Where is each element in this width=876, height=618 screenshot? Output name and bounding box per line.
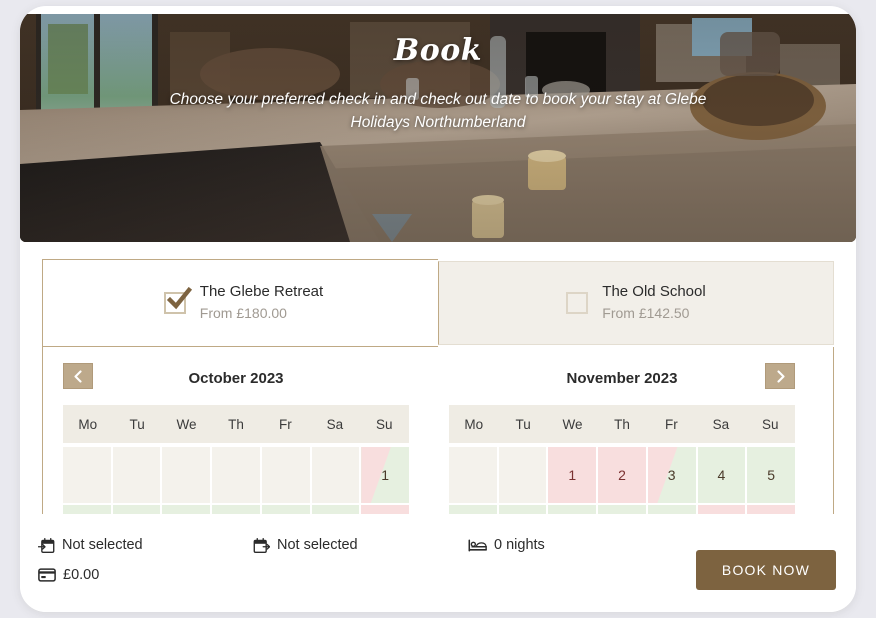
property-tab-old-school[interactable]: The Old School From £142.50 [438,261,834,345]
weekday-label: Sa [712,416,730,432]
weekday-label: Mo [464,416,484,432]
day-cell[interactable]: 3 [647,447,696,503]
day-cell-empty [63,447,111,503]
chevron-left-icon [73,369,82,383]
property-price: From £142.50 [602,304,690,321]
day-cell[interactable]: 5 [747,447,795,503]
booking-widget: Book Choose your preferred check in and … [20,6,856,612]
day-number: 1 [568,467,577,483]
calendar-panel: October 2023 Mo Tu We Th Fr Sa Su 1 Nove… [42,347,834,524]
day-number: 1 [381,467,390,483]
day-cell-empty [311,447,360,503]
property-tab-glebe-retreat[interactable]: The Glebe Retreat From £180.00 [42,259,438,347]
weekday-label: Tu [515,416,531,432]
weekday-label: Mo [78,416,98,432]
weekday-label: Th [228,416,244,432]
weekday-label: We [562,416,583,432]
summary-total: £0.00 [38,560,253,590]
day-cell-empty [498,447,547,503]
summary-checkin-value: Not selected [62,537,143,553]
weekday-label: Fr [665,416,678,432]
credit-card-icon [38,568,56,582]
day-grid: 1 [63,447,409,523]
day-number: 5 [767,467,776,483]
day-cell-empty [261,447,310,503]
summary-items: Not selected Not selected 0 nights £0.00 [38,530,698,590]
bed-icon [468,539,487,551]
weekday-label: Sa [326,416,344,432]
weekday-label: Fr [279,416,292,432]
calendar-november: November 2023 Mo Tu We Th Fr Sa Su 1 2 3… [449,363,795,523]
hero-subtitle: Choose your preferred check in and check… [169,91,707,132]
summary-total-value: £0.00 [63,567,100,583]
calendar-check-out-icon [253,537,270,553]
calendar-header: November 2023 [449,363,795,393]
property-price: From £180.00 [199,304,287,321]
hero-text-block: Book Choose your preferred check in and … [20,36,856,135]
page-title: Book [393,33,483,68]
calendar-check-in-icon [38,537,55,553]
hero-banner: Book Choose your preferred check in and … [20,14,856,242]
day-cell[interactable]: 2 [598,447,646,503]
day-cell-empty [449,447,497,503]
weekday-label: Tu [129,416,145,432]
weekday-label: We [176,416,197,432]
weekday-label: Th [614,416,630,432]
day-cell-empty [112,447,161,503]
weekday-label: Su [376,416,393,432]
checkbox-checked-icon[interactable] [163,287,192,314]
calendar-header: October 2023 [63,363,409,393]
summary-checkout[interactable]: Not selected [253,530,468,560]
property-name: The Glebe Retreat [199,283,324,301]
day-number: 3 [667,467,676,483]
weekday-header-row: Mo Tu We Th Fr Sa Su [63,405,409,443]
calendar-october: October 2023 Mo Tu We Th Fr Sa Su 1 [63,363,409,523]
day-cell-empty [212,447,260,503]
property-name: The Old School [602,283,706,301]
next-month-button[interactable] [765,363,795,389]
month-title: November 2023 [566,369,678,387]
summary-checkin[interactable]: Not selected [38,530,253,560]
property-tab-text-group: The Old School From £142.50 [602,282,705,323]
property-tab-text-group: The Glebe Retreat From £180.00 [200,282,323,323]
checkbox-unchecked-icon[interactable] [566,292,589,314]
month-title: October 2023 [188,369,284,387]
day-cell[interactable]: 4 [697,447,746,503]
book-now-button[interactable]: BOOK NOW [696,550,836,590]
booking-summary-bar: Not selected Not selected 0 nights £0.00… [20,514,856,612]
day-cell[interactable]: 1 [361,447,409,503]
day-cell-empty [162,447,211,503]
day-cell[interactable]: 1 [548,447,597,503]
chevron-right-icon [776,369,785,383]
day-number: 4 [717,467,726,483]
summary-checkout-value: Not selected [277,537,358,553]
summary-nights: 0 nights [468,530,668,560]
day-grid: 1 2 3 4 5 [449,447,795,523]
summary-nights-value: 0 nights [494,537,545,553]
property-tabs: The Glebe Retreat From £180.00 The Old S… [42,259,834,347]
prev-month-button[interactable] [63,363,93,389]
weekday-label: Su [762,416,779,432]
day-number: 2 [618,467,626,483]
weekday-header-row: Mo Tu We Th Fr Sa Su [449,405,795,443]
